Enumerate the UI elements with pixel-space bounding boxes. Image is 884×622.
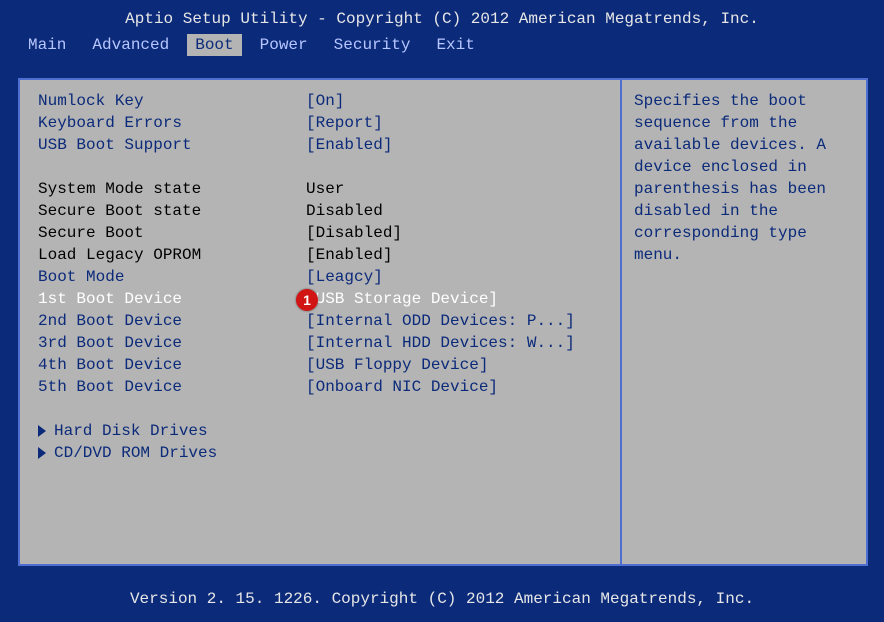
help-text: Specifies the boot sequence from the ava…: [634, 90, 856, 266]
bios-screen: Aptio Setup Utility - Copyright (C) 2012…: [0, 0, 884, 622]
info-secure-boot-state: Secure Boot stateDisabled: [38, 200, 616, 222]
info-system-mode-state-label: System Mode state: [38, 178, 306, 200]
submenu-cd-dvd-rom-drives-label: CD/DVD ROM Drives: [54, 444, 217, 462]
setting-3rd-boot-device-label: 3rd Boot Device: [38, 332, 306, 354]
menu-tab-boot[interactable]: Boot: [187, 34, 241, 56]
setting-2nd-boot-device[interactable]: 2nd Boot Device[Internal ODD Devices: P.…: [38, 310, 616, 332]
content-panel: Numlock Key[On]Keyboard Errors[Report]US…: [18, 78, 868, 566]
menu-bar: Main Advanced Boot Power Security Exit: [0, 32, 884, 58]
setting-2nd-boot-device-label: 2nd Boot Device: [38, 310, 306, 332]
setting-4th-boot-device[interactable]: 4th Boot Device[USB Floppy Device]: [38, 354, 616, 376]
setting-boot-mode-label: Boot Mode: [38, 266, 306, 288]
info-load-legacy-oprom-value: [Enabled]: [306, 244, 616, 266]
spacer-label: [38, 156, 306, 178]
menu-tab-power[interactable]: Power: [252, 34, 316, 56]
info-load-legacy-oprom-label: Load Legacy OPROM: [38, 244, 306, 266]
setting-numlock-key[interactable]: Numlock Key[On]: [38, 90, 616, 112]
submenu-arrow-icon: [38, 447, 46, 459]
info-system-mode-state: System Mode stateUser: [38, 178, 616, 200]
spacer: [38, 398, 616, 420]
setting-numlock-key-label: Numlock Key: [38, 90, 306, 112]
setting-5th-boot-device-label: 5th Boot Device: [38, 376, 306, 398]
setting-1st-boot-device-value: [USB Storage Device]: [306, 288, 616, 310]
setting-4th-boot-device-label: 4th Boot Device: [38, 354, 306, 376]
setting-usb-boot-support-value: [Enabled]: [306, 134, 616, 156]
setting-2nd-boot-device-value: [Internal ODD Devices: P...]: [306, 310, 616, 332]
annotation-marker-1: 1: [296, 289, 318, 311]
setting-keyboard-errors-label: Keyboard Errors: [38, 112, 306, 134]
setting-4th-boot-device-value: [USB Floppy Device]: [306, 354, 616, 376]
annotation-marker-label: 1: [303, 292, 311, 308]
settings-pane: Numlock Key[On]Keyboard Errors[Report]US…: [20, 80, 616, 564]
info-load-legacy-oprom: Load Legacy OPROM[Enabled]: [38, 244, 616, 266]
setting-5th-boot-device[interactable]: 5th Boot Device[Onboard NIC Device]: [38, 376, 616, 398]
menu-tab-advanced[interactable]: Advanced: [84, 34, 177, 56]
bios-footer: Version 2. 15. 1226. Copyright (C) 2012 …: [0, 590, 884, 608]
menu-tab-exit[interactable]: Exit: [428, 34, 482, 56]
menu-tab-main[interactable]: Main: [20, 34, 74, 56]
setting-boot-mode[interactable]: Boot Mode[Leagcy]: [38, 266, 616, 288]
menu-tab-security[interactable]: Security: [326, 34, 419, 56]
setting-3rd-boot-device-value: [Internal HDD Devices: W...]: [306, 332, 616, 354]
setting-usb-boot-support[interactable]: USB Boot Support[Enabled]: [38, 134, 616, 156]
setting-boot-mode-value: [Leagcy]: [306, 266, 616, 288]
info-secure-boot-label: Secure Boot: [38, 222, 306, 244]
setting-1st-boot-device-label: 1st Boot Device: [38, 288, 306, 310]
spacer-value: [306, 156, 616, 178]
info-secure-boot-state-label: Secure Boot state: [38, 200, 306, 222]
info-secure-boot-value: [Disabled]: [306, 222, 616, 244]
submenu-arrow-icon: [38, 425, 46, 437]
info-secure-boot: Secure Boot[Disabled]: [38, 222, 616, 244]
setting-3rd-boot-device[interactable]: 3rd Boot Device[Internal HDD Devices: W.…: [38, 332, 616, 354]
setting-keyboard-errors-value: [Report]: [306, 112, 616, 134]
bios-title: Aptio Setup Utility - Copyright (C) 2012…: [0, 0, 884, 32]
submenu-hard-disk-drives-label: Hard Disk Drives: [54, 422, 208, 440]
setting-5th-boot-device-value: [Onboard NIC Device]: [306, 376, 616, 398]
help-pane: Specifies the boot sequence from the ava…: [620, 80, 866, 564]
spacer: [38, 156, 616, 178]
setting-usb-boot-support-label: USB Boot Support: [38, 134, 306, 156]
submenu-hard-disk-drives[interactable]: Hard Disk Drives: [38, 420, 616, 442]
setting-1st-boot-device[interactable]: 1st Boot Device[USB Storage Device]: [38, 288, 616, 310]
info-secure-boot-state-value: Disabled: [306, 200, 616, 222]
submenu-cd-dvd-rom-drives[interactable]: CD/DVD ROM Drives: [38, 442, 616, 464]
info-system-mode-state-value: User: [306, 178, 616, 200]
setting-keyboard-errors[interactable]: Keyboard Errors[Report]: [38, 112, 616, 134]
setting-numlock-key-value: [On]: [306, 90, 616, 112]
